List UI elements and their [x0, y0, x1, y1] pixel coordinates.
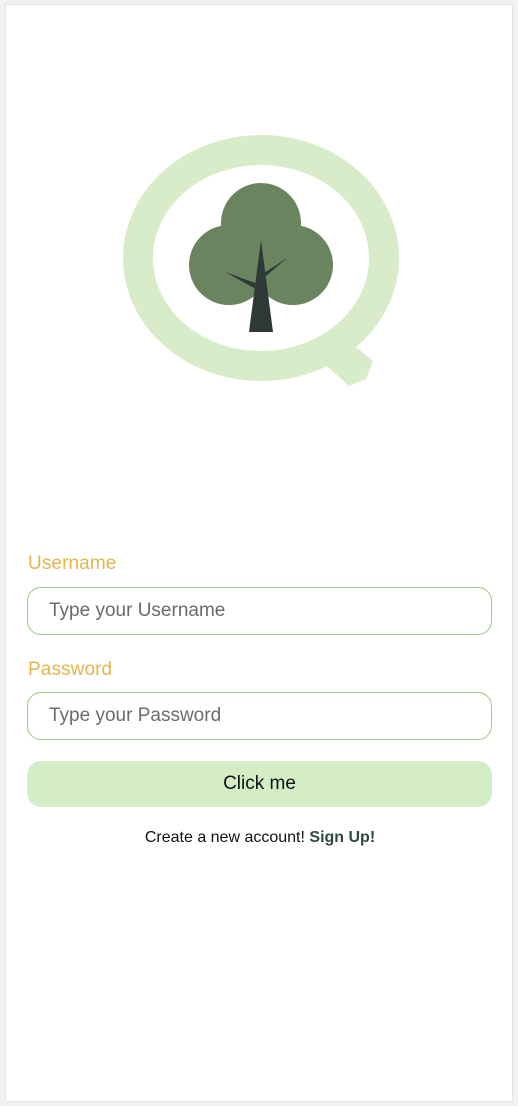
- password-input[interactable]: [27, 692, 492, 740]
- signup-prompt-text: Create a new account!: [144, 829, 310, 846]
- signup-link[interactable]: Sign Up!: [309, 829, 375, 846]
- signup-prompt-line: Create a new account! Sign Up!: [6, 829, 514, 847]
- submit-button[interactable]: Click me: [27, 761, 492, 807]
- username-label: Username: [28, 553, 117, 574]
- login-screen: Username Password Click me Create a new …: [5, 4, 513, 1102]
- app-logo: [111, 125, 421, 395]
- tree-magnifier-icon: [123, 135, 399, 386]
- username-input[interactable]: [27, 587, 492, 635]
- password-label: Password: [28, 659, 113, 680]
